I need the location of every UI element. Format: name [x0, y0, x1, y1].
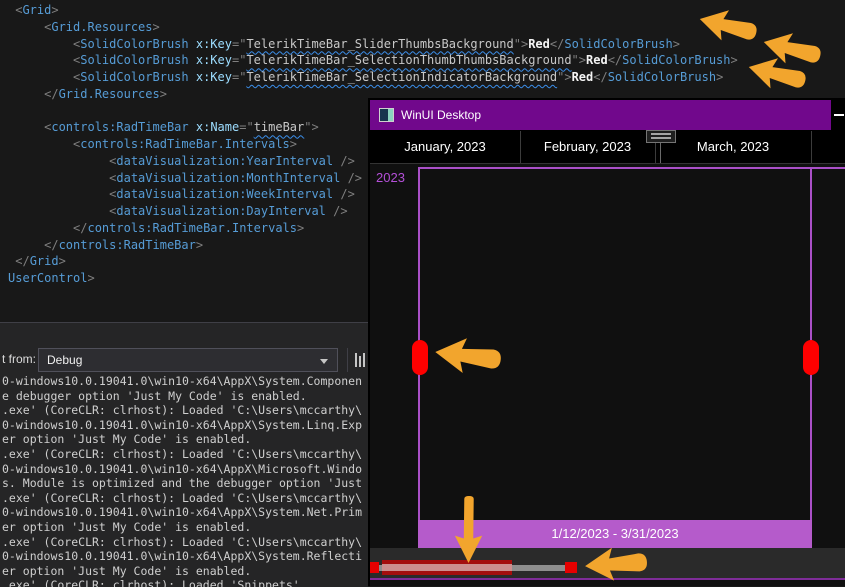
selection-top-border — [418, 167, 845, 169]
output-pane: t from: Debug 0-windows10.0.19041.0\win1… — [0, 322, 368, 587]
selection-end-thumb[interactable] — [803, 340, 819, 375]
toolbar-icon-partial[interactable] — [354, 351, 367, 369]
month-separator — [811, 131, 812, 163]
window-title: WinUI Desktop — [401, 100, 481, 130]
app-window-icon — [379, 108, 394, 122]
month-cell-february[interactable]: February, 2023 — [520, 130, 655, 164]
output-source-value: Debug — [47, 353, 82, 367]
selection-range-indicator[interactable]: 1/12/2023 - 3/31/2023 — [418, 520, 812, 548]
winui-desktop-window: WinUI Desktop January, 2023 February, 20… — [368, 98, 845, 586]
month-cell-march[interactable]: March, 2023 — [655, 130, 811, 164]
output-source-dropdown[interactable]: Debug — [38, 348, 338, 372]
scrollbar-right-thumb[interactable] — [565, 562, 577, 573]
screenshot-root: { "colors": { "title-purple": "#71088c",… — [0, 0, 845, 586]
year-label: 2023 — [376, 170, 405, 185]
window-bottom-border — [370, 578, 845, 580]
chevron-down-icon — [320, 359, 328, 364]
scrollbar-left-thumb[interactable] — [370, 562, 379, 573]
grip-stem — [660, 143, 661, 163]
selection-start-thumb[interactable] — [412, 340, 428, 375]
scrollbar-selection-range[interactable] — [382, 560, 512, 575]
window-titlebar[interactable]: WinUI Desktop — [370, 100, 845, 130]
month-cell-january[interactable]: January, 2023 — [370, 130, 520, 164]
minimize-button[interactable] — [831, 100, 845, 130]
timebar-scrollbar — [370, 548, 845, 578]
header-divider — [370, 163, 845, 164]
toolbar-separator — [347, 348, 348, 372]
show-output-from-label: t from: — [2, 352, 36, 366]
minimize-icon — [834, 114, 844, 116]
timebar-month-header: January, 2023 February, 2023 March, 2023 — [370, 130, 845, 164]
grip-handle[interactable] — [646, 130, 676, 143]
month-separator — [520, 131, 521, 163]
debug-output-text: 0-windows10.0.19041.0\win10-x64\AppX\Sys… — [2, 374, 362, 587]
